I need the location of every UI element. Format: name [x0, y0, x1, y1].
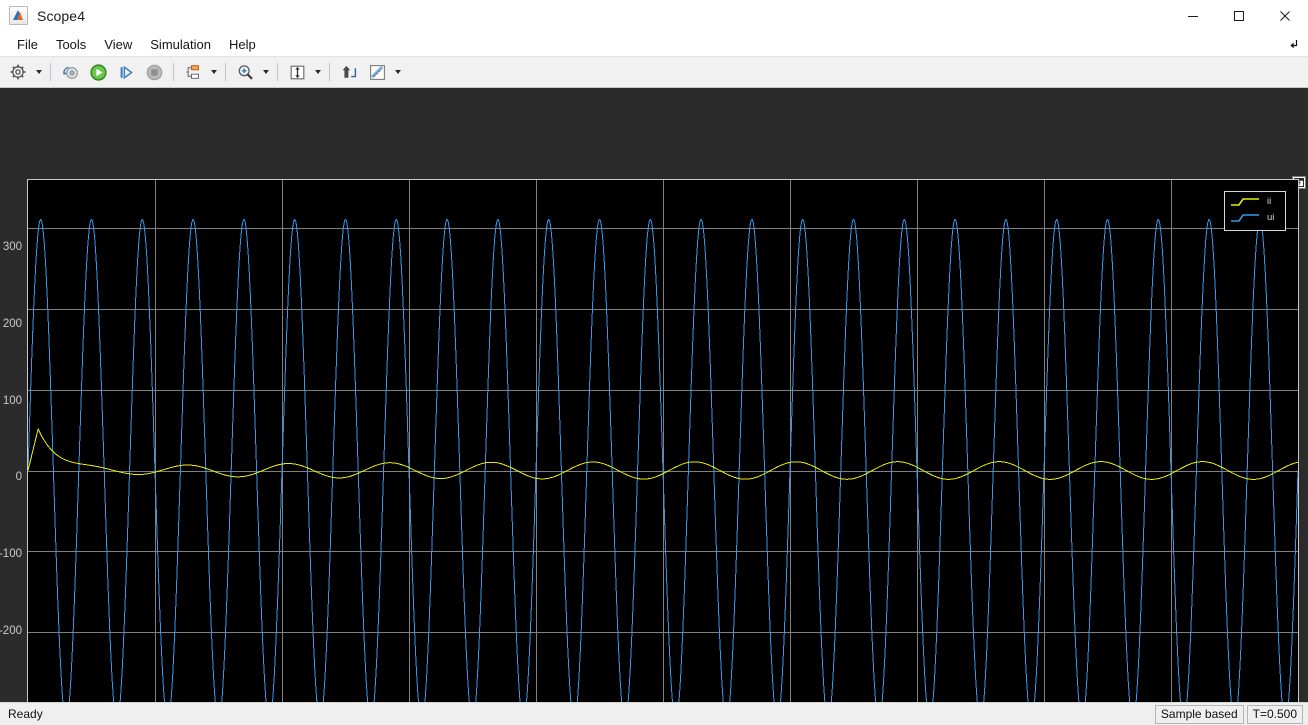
maximize-button[interactable] [1216, 0, 1262, 31]
cursor-measurements-button[interactable] [335, 59, 363, 85]
play-icon [89, 63, 107, 81]
legend-entry-ii[interactable]: ii [1230, 196, 1282, 208]
title-bar: Scope4 [0, 0, 1308, 32]
toolbar-separator [225, 63, 226, 81]
status-time: T=0.500 [1246, 704, 1303, 724]
close-button[interactable] [1262, 0, 1308, 31]
measurements-dropdown[interactable] [391, 60, 404, 84]
matlab-scope-icon [9, 6, 28, 25]
toolbar-separator [173, 63, 174, 81]
undock-arrow-icon[interactable] [1284, 36, 1300, 52]
autoscale-dropdown[interactable] [311, 60, 324, 84]
toolbar-separator [50, 63, 51, 81]
y-tick-label: -200 [0, 625, 22, 637]
ruler-icon [369, 64, 385, 80]
scope-window: Scope4 File Tools View Simulation Help 3… [0, 0, 1308, 725]
zoom-in-icon [238, 64, 253, 80]
legend-entry-ui[interactable]: ui [1230, 212, 1282, 224]
toolbar [0, 56, 1308, 88]
legend-line-glyph [1231, 214, 1259, 222]
menu-item-simulation[interactable]: Simulation [141, 34, 220, 55]
status-bar: Ready Sample based T=0.500 [0, 702, 1308, 725]
step-forward-icon [120, 65, 133, 79]
step-back-button[interactable] [56, 59, 84, 85]
configuration-properties-dropdown[interactable] [32, 60, 45, 84]
scope-axes[interactable]: ii ui [27, 179, 1299, 702]
menu-item-file[interactable]: File [8, 34, 47, 55]
legend-label: ii [1267, 196, 1272, 207]
legend[interactable]: ii ui [1224, 191, 1286, 231]
y-tick-label: -100 [0, 548, 22, 560]
stop-button [140, 59, 168, 85]
legend-line-glyph [1231, 198, 1259, 206]
step-forward-button[interactable] [112, 59, 140, 85]
y-tick-label: 300 [2, 241, 22, 253]
step-back-icon [62, 65, 78, 79]
signal-selection-button[interactable] [179, 59, 207, 85]
cursor-measure-icon [342, 65, 356, 78]
status-sample-mode: Sample based [1154, 704, 1244, 724]
signal-selector-icon [185, 64, 199, 79]
minimize-button[interactable] [1170, 0, 1216, 31]
autoscale-icon [290, 65, 304, 79]
menu-bar: File Tools View Simulation Help [0, 32, 1308, 56]
zoom-button[interactable] [231, 59, 259, 85]
menu-item-tools[interactable]: Tools [47, 34, 95, 55]
window-title: Scope4 [37, 7, 86, 24]
title-bar-left: Scope4 [0, 6, 85, 25]
status-bar-right: Sample based T=0.500 [1152, 704, 1306, 724]
menu-item-view[interactable]: View [95, 34, 141, 55]
status-ready-text: Ready [8, 707, 43, 721]
configuration-properties-button[interactable] [4, 59, 32, 85]
toolbar-separator [329, 63, 330, 81]
y-axis-labels: 300 200 100 0 -100 -200 -300 [0, 179, 22, 702]
gear-icon [10, 64, 26, 80]
signal-selection-dropdown[interactable] [207, 60, 220, 84]
plot-region: 300 200 100 0 -100 -200 -300 0 0.05 0.1 … [0, 88, 1308, 702]
zoom-dropdown[interactable] [259, 60, 272, 84]
toolbar-separator [277, 63, 278, 81]
menu-item-help[interactable]: Help [220, 34, 265, 55]
window-controls [1170, 0, 1308, 31]
measurements-button[interactable] [363, 59, 391, 85]
y-tick-label: 100 [2, 395, 22, 407]
autoscale-button[interactable] [283, 59, 311, 85]
run-button[interactable] [84, 59, 112, 85]
y-tick-label: 200 [2, 318, 22, 330]
stop-icon [146, 64, 162, 80]
y-tick-label: 0 [15, 471, 22, 483]
waveform-plot [28, 180, 1298, 702]
legend-label: ui [1267, 212, 1275, 223]
